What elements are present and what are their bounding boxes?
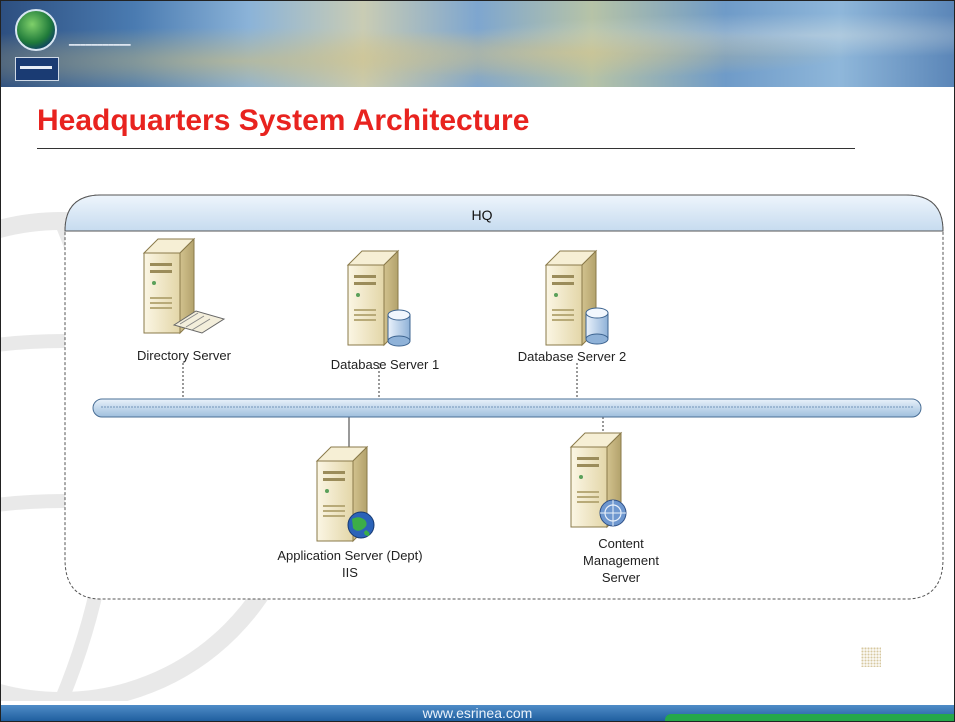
cms-label-line-3: Server <box>601 570 641 585</box>
content-management-server-icon <box>570 432 627 528</box>
application-server-label-line-1: Application Server (Dept) <box>277 548 423 563</box>
slide: ━━━━━━━━━━━ Headquarters System Architec… <box>0 0 955 722</box>
footer-url[interactable]: www.esrinea.com <box>1 705 954 721</box>
application-server-icon <box>316 446 375 542</box>
database-server-1-label: Database Server 1 <box>330 357 440 372</box>
cms-label-line-2: Management <box>583 553 659 568</box>
content-management-server-label: Content Management Server <box>561 535 681 586</box>
directory-server-label: Directory Server <box>137 348 231 363</box>
footer-bar: www.esrinea.com <box>1 705 954 721</box>
ethernet-bus <box>92 398 922 418</box>
database-server-2-label: Database Server 2 <box>517 349 627 364</box>
application-server-label-line-2: IIS <box>342 565 358 580</box>
cms-label-line-1: Content <box>598 536 644 551</box>
hq-group-label: HQ <box>471 207 493 223</box>
hq-group-box <box>64 194 944 600</box>
application-server-label: Application Server (Dept) IIS <box>235 547 465 581</box>
decorative-dither <box>861 647 881 667</box>
